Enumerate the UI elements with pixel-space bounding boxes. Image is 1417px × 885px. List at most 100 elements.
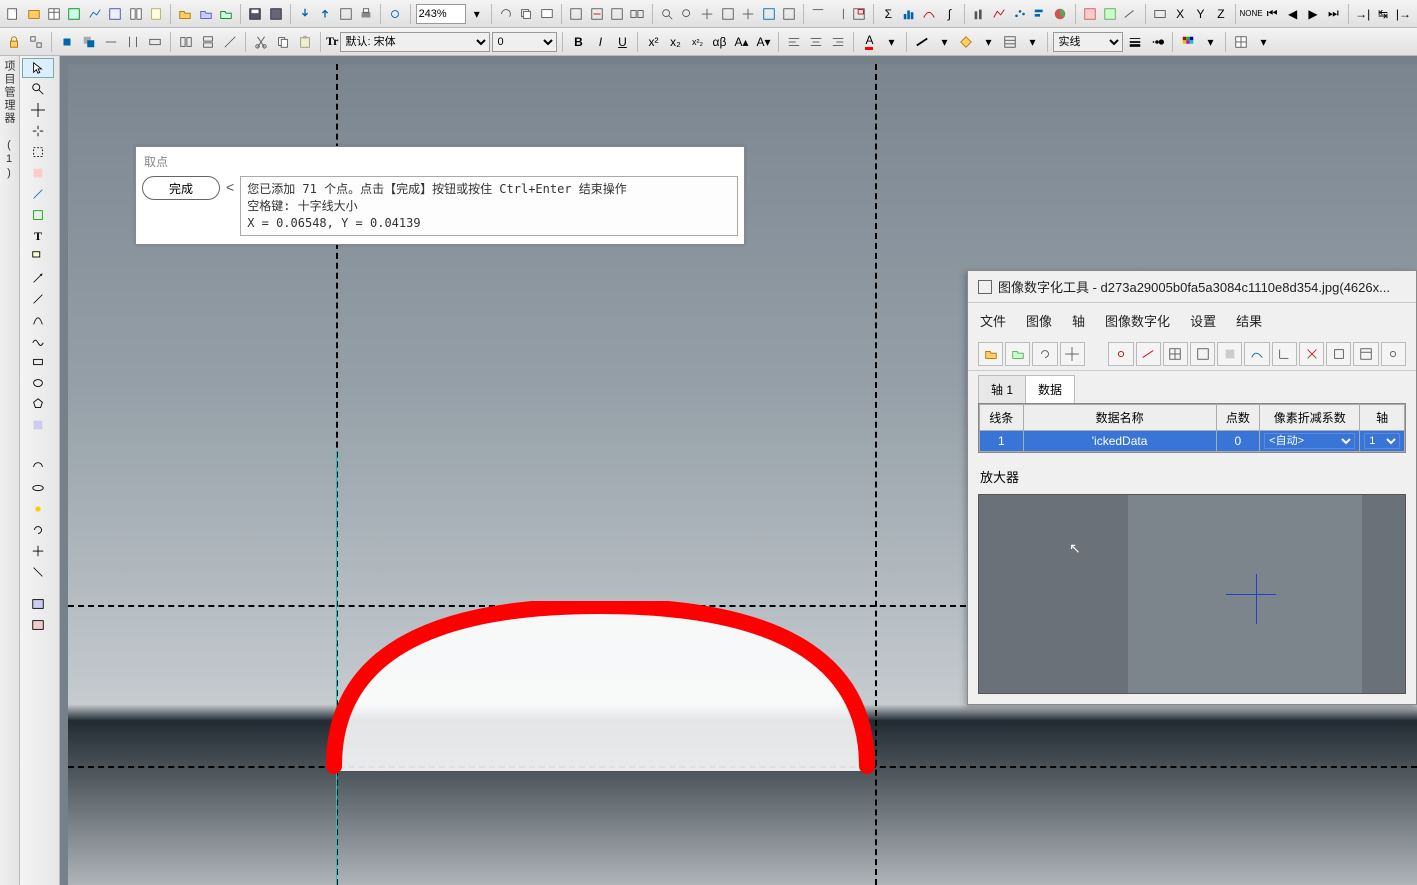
region-tool-icon[interactable] xyxy=(22,205,54,225)
z-label-icon[interactable]: Z xyxy=(1212,4,1230,24)
cell-line[interactable]: 1 xyxy=(980,431,1024,452)
copy-icon[interactable] xyxy=(273,32,293,52)
line-style-select[interactable]: 实线 xyxy=(1053,32,1123,52)
table-dropdown-icon[interactable]: ▾ xyxy=(1253,32,1273,52)
align-center-icon[interactable] xyxy=(806,32,826,52)
none-icon[interactable]: NONE xyxy=(1241,4,1261,24)
extract-icon[interactable] xyxy=(608,4,626,24)
back-icon[interactable] xyxy=(79,32,99,52)
reader-tool-icon[interactable] xyxy=(22,100,54,120)
image-canvas[interactable]: 取点 完成 < 您已添加 71 个点。点击【完成】按钮或按住 Ctrl+Ente… xyxy=(60,56,1417,885)
fit-icon[interactable] xyxy=(920,4,938,24)
rotate-tool-icon[interactable] xyxy=(22,457,54,477)
dig-trace-icon[interactable] xyxy=(1244,342,1269,366)
font-size-select[interactable]: 0 xyxy=(492,32,557,52)
dig-grid2-icon[interactable] xyxy=(1190,342,1215,366)
mask-tool-icon[interactable] xyxy=(22,163,54,183)
zoom-tool-icon[interactable] xyxy=(22,79,54,99)
add-inset-icon[interactable] xyxy=(850,4,868,24)
pie-plot-icon[interactable] xyxy=(1051,4,1069,24)
data-selector-icon[interactable] xyxy=(780,4,798,24)
slideshow-icon[interactable] xyxy=(538,4,556,24)
align-icon[interactable] xyxy=(101,32,121,52)
menu-image[interactable]: 图像 xyxy=(1026,311,1052,330)
duplicate-icon[interactable] xyxy=(517,4,535,24)
set-step-icon[interactable]: ↹ xyxy=(1374,4,1392,24)
line-width-icon[interactable] xyxy=(1125,32,1145,52)
screen-reader-icon[interactable] xyxy=(759,4,777,24)
print-icon[interactable] xyxy=(357,4,375,24)
text-tool-icon[interactable]: T xyxy=(22,226,54,246)
dig-to-wks-icon[interactable] xyxy=(1353,342,1378,366)
cell-points[interactable]: 0 xyxy=(1216,431,1260,452)
col-points[interactable]: 点数 xyxy=(1216,405,1260,431)
menu-file[interactable]: 文件 xyxy=(980,311,1006,330)
new-worksheet-icon[interactable] xyxy=(45,4,63,24)
dig-import-icon[interactable] xyxy=(1005,342,1030,366)
zoom-input[interactable] xyxy=(416,4,466,24)
recalc-icon[interactable] xyxy=(386,4,404,24)
merge-icon[interactable] xyxy=(628,4,646,24)
chevron-left-icon[interactable]: < xyxy=(226,176,234,195)
dig-open-icon[interactable] xyxy=(978,342,1003,366)
freehand-tool-icon[interactable] xyxy=(22,331,54,351)
insert-img-tool-icon[interactable] xyxy=(22,594,54,614)
rescale-icon[interactable] xyxy=(719,4,737,24)
gadget-icon[interactable] xyxy=(1151,4,1169,24)
dig-area-icon[interactable] xyxy=(1217,342,1242,366)
region-fill-tool-icon[interactable] xyxy=(22,415,54,435)
fill-color-icon[interactable] xyxy=(956,32,976,52)
table-row[interactable]: 1 0 <自动> 1 xyxy=(980,431,1405,452)
y-label-icon[interactable]: Y xyxy=(1191,4,1209,24)
fill-color-dropdown-icon[interactable]: ▾ xyxy=(978,32,998,52)
align-left-icon[interactable] xyxy=(784,32,804,52)
stats-icon[interactable] xyxy=(900,4,918,24)
group-icon[interactable] xyxy=(26,32,46,52)
new-project-icon[interactable] xyxy=(4,4,22,24)
align-right-icon[interactable] xyxy=(828,32,848,52)
move-tool-icon[interactable] xyxy=(22,541,54,561)
cell-axis[interactable]: 1 xyxy=(1360,431,1405,452)
subscript-icon[interactable]: x₂ xyxy=(665,32,685,52)
reset-tool-icon[interactable] xyxy=(22,520,54,540)
save-template-icon[interactable] xyxy=(267,4,285,24)
data-reader-icon[interactable] xyxy=(739,4,757,24)
dig-pick-point-icon[interactable] xyxy=(1108,342,1133,366)
new-matrix-icon[interactable] xyxy=(106,4,124,24)
palette-icon[interactable] xyxy=(1178,32,1198,52)
greek-icon[interactable]: αβ xyxy=(709,32,729,52)
3d-rotate-tool-icon[interactable] xyxy=(22,478,54,498)
dig-export-icon[interactable] xyxy=(1326,342,1351,366)
lock-icon[interactable] xyxy=(4,32,24,52)
new-folder-icon[interactable] xyxy=(24,4,42,24)
dig-rotate-icon[interactable] xyxy=(1032,342,1057,366)
resize-tool-icon[interactable] xyxy=(22,562,54,582)
add-plot-icon[interactable] xyxy=(587,4,605,24)
table-icon[interactable] xyxy=(1231,32,1251,52)
zoom-in-icon[interactable] xyxy=(657,4,675,24)
scatter-plot-icon[interactable] xyxy=(1010,4,1028,24)
polygon-tool-icon[interactable] xyxy=(22,394,54,414)
font-decrease-icon[interactable]: A▾ xyxy=(753,32,773,52)
draw-tool-icon[interactable] xyxy=(22,184,54,204)
zoom-dropdown-icon[interactable]: ▾ xyxy=(468,4,486,24)
factor-select[interactable]: <自动> xyxy=(1264,433,1355,449)
menu-results[interactable]: 结果 xyxy=(1236,311,1262,330)
open-template-icon[interactable] xyxy=(196,4,214,24)
col-axis[interactable]: 轴 xyxy=(1360,405,1405,431)
pattern-icon[interactable] xyxy=(1000,32,1020,52)
draw-data-icon[interactable] xyxy=(1121,4,1139,24)
open-excel-icon[interactable] xyxy=(217,4,235,24)
menu-digitize[interactable]: 图像数字化 xyxy=(1105,311,1170,330)
italic-icon[interactable]: I xyxy=(590,32,610,52)
bold-icon[interactable]: B xyxy=(568,32,588,52)
superscript-icon[interactable]: x² xyxy=(643,32,663,52)
pan-icon[interactable] xyxy=(698,4,716,24)
open-icon[interactable] xyxy=(176,4,194,24)
save-project-icon[interactable] xyxy=(246,4,264,24)
dig-settings-icon[interactable] xyxy=(1381,342,1406,366)
paste-icon[interactable] xyxy=(295,32,315,52)
new-notes-icon[interactable] xyxy=(147,4,165,24)
cell-dataname[interactable] xyxy=(1023,431,1216,452)
dataname-input[interactable] xyxy=(1028,434,1212,448)
